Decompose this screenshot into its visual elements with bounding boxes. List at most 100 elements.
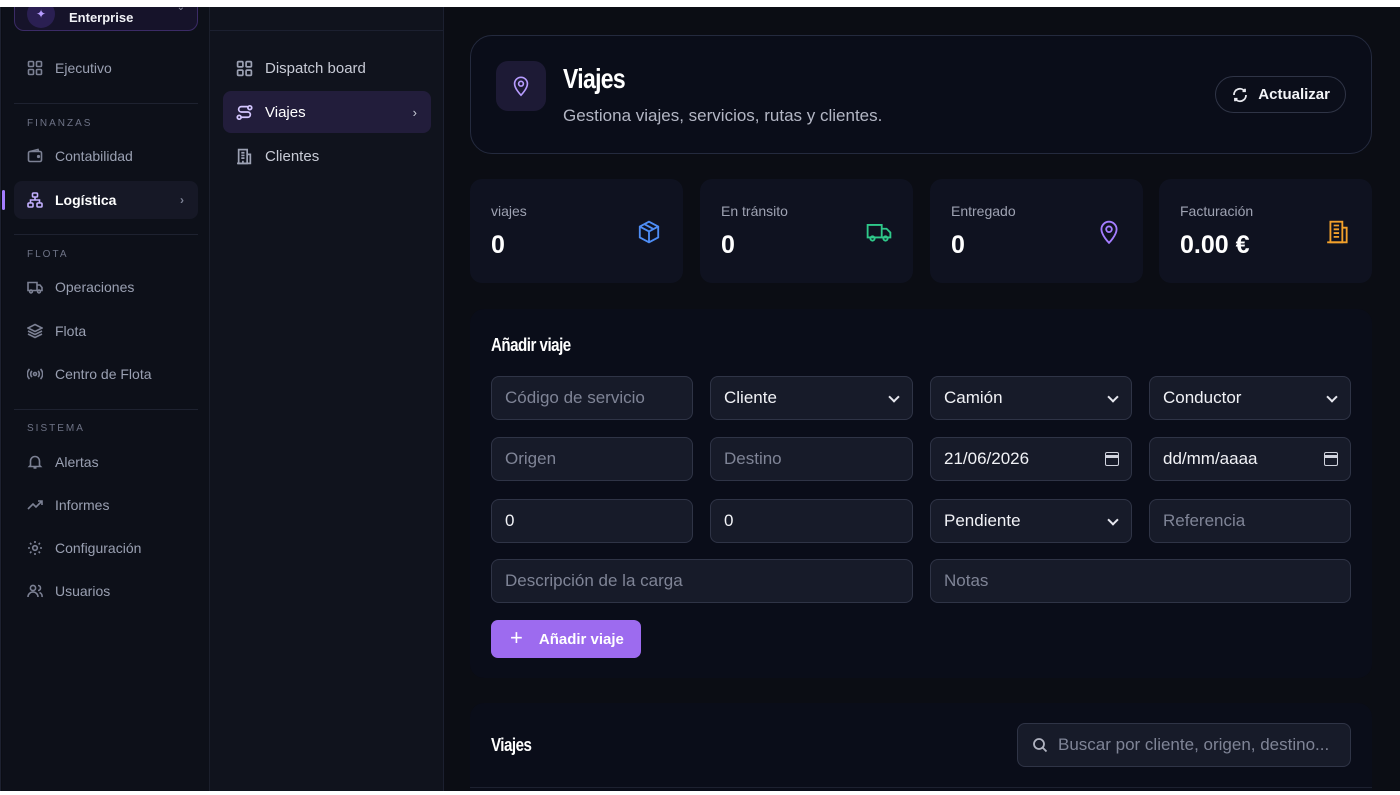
refresh-button[interactable]: Actualizar <box>1215 76 1346 113</box>
amount-input-2[interactable]: 0 <box>710 499 913 543</box>
route-icon <box>235 103 253 121</box>
form-title: Añadir viaje <box>491 335 571 355</box>
main-content: Viajes Gestiona viajes, servicios, rutas… <box>445 7 1400 791</box>
sidebar-item-contabilidad[interactable]: Contabilidad <box>14 137 198 175</box>
subnav-item-viajes[interactable]: Viajes › <box>223 91 431 133</box>
stat-value: 0 <box>721 231 735 259</box>
pulse-icon: ✦ <box>27 7 55 28</box>
page-subtitle: Gestiona viajes, servicios, rutas y clie… <box>563 106 883 125</box>
chevron-right-icon: › <box>412 104 417 120</box>
sidebar-divider <box>14 103 198 104</box>
sidebar-item-label: Centro de Flota <box>55 366 152 382</box>
sidebar-item-label: Operaciones <box>55 279 135 295</box>
sidebar-item-ejecutivo[interactable]: Ejecutivo <box>14 49 198 87</box>
notes-input[interactable]: Notas <box>930 559 1351 603</box>
stat-value: 0 <box>491 231 505 259</box>
status-select[interactable]: Pendiente <box>930 499 1132 543</box>
trips-list: Viajes Buscar por cliente, origen, desti… <box>470 703 1372 791</box>
box-icon <box>636 219 662 245</box>
truck-icon <box>866 219 892 245</box>
sidebar-item-operaciones[interactable]: Operaciones <box>14 268 198 306</box>
sidebar-item-label: Informes <box>55 497 110 513</box>
map-pin-icon <box>1096 219 1122 245</box>
users-icon <box>27 583 43 599</box>
reference-input[interactable]: Referencia <box>1149 499 1351 543</box>
stat-card-facturacion: Facturación 0.00 € <box>1159 179 1372 283</box>
chevron-down-icon: ⌄ <box>176 7 185 13</box>
client-select[interactable]: Cliente <box>710 376 913 420</box>
sidebar-item-label: Configuración <box>55 540 142 556</box>
app-window: ✦ Enterprise ⌄ Ejecutivo FINANZAS Contab… <box>0 7 1400 791</box>
layers-icon <box>27 323 43 339</box>
chevron-right-icon: › <box>180 193 184 207</box>
plus-icon: + <box>510 624 523 650</box>
sidebar-item-configuracion[interactable]: Configuración <box>14 529 198 567</box>
sidebar-item-label: Alertas <box>55 454 99 470</box>
sidebar-item-informes[interactable]: Informes <box>14 486 198 524</box>
sidebar-item-usuarios[interactable]: Usuarios <box>14 572 198 610</box>
sidebar-item-label: Ejecutivo <box>55 60 112 76</box>
section-label-flota: FLOTA <box>27 249 69 260</box>
start-date-input[interactable]: 21/06/2026 <box>930 437 1132 481</box>
stat-card-entregado: Entregado 0 <box>930 179 1143 283</box>
organization-name: Enterprise <box>69 9 134 25</box>
subnav-item-label: Viajes <box>265 103 306 121</box>
calendar-icon[interactable] <box>1324 452 1338 466</box>
add-trip-label: Añadir viaje <box>538 630 624 648</box>
sidebar-item-alertas[interactable]: Alertas <box>14 443 198 481</box>
stat-label: En tránsito <box>721 203 788 219</box>
truck-icon <box>27 279 43 295</box>
sidebar-item-flota[interactable]: Flota <box>14 312 198 350</box>
page-title: Viajes <box>563 63 626 94</box>
origin-input[interactable]: Origen <box>491 437 693 481</box>
cargo-description-input[interactable]: Descripción de la carga <box>491 559 913 603</box>
stat-label: viajes <box>491 203 527 219</box>
subnav-item-dispatch-board[interactable]: Dispatch board <box>223 47 431 89</box>
sidebar-item-label: Contabilidad <box>55 148 133 164</box>
stat-value: 0.00 € <box>1180 231 1250 259</box>
search-icon <box>1033 738 1048 753</box>
end-date-input[interactable]: dd/mm/aaaa <box>1149 437 1351 481</box>
refresh-label: Actualizar <box>1258 86 1330 103</box>
sidebar-item-centro-flota[interactable]: Centro de Flota <box>14 355 198 393</box>
organization-switcher[interactable]: ✦ Enterprise ⌄ <box>14 7 198 31</box>
destination-input[interactable]: Destino <box>710 437 913 481</box>
service-code-input[interactable]: Código de servicio <box>491 376 693 420</box>
logistics-subnav: Dispatch board Viajes › Clientes <box>210 7 444 791</box>
stat-value: 0 <box>951 231 965 259</box>
sidebar-item-label: Usuarios <box>55 583 111 599</box>
sidebar-item-label: Flota <box>55 323 87 339</box>
bell-icon <box>27 454 43 470</box>
subnav-item-clientes[interactable]: Clientes <box>223 135 431 177</box>
sidebar-item-logistica[interactable]: Logística › <box>2 181 198 219</box>
trending-up-icon <box>27 497 43 513</box>
end-date-placeholder: dd/mm/aaaa <box>1163 449 1258 468</box>
broadcast-icon <box>27 366 43 382</box>
add-trip-button[interactable]: + Añadir viaje <box>491 620 641 658</box>
grid-icon <box>235 59 253 77</box>
subnav-item-label: Clientes <box>265 147 320 165</box>
stat-card-viajes: viajes 0 <box>470 179 683 283</box>
wallet-icon <box>27 148 43 164</box>
search-placeholder: Buscar por cliente, origen, destino... <box>1058 735 1330 754</box>
map-pin-icon <box>496 61 546 111</box>
calendar-icon[interactable] <box>1105 452 1119 466</box>
section-label-sistema: SISTEMA <box>27 423 85 434</box>
list-title: Viajes <box>491 735 532 755</box>
gear-icon <box>27 540 43 556</box>
stat-label: Entregado <box>951 203 1016 219</box>
list-divider <box>470 787 1372 788</box>
stat-label: Facturación <box>1180 203 1254 219</box>
page-header: Viajes Gestiona viajes, servicios, rutas… <box>470 35 1372 154</box>
driver-select[interactable]: Conductor <box>1149 376 1351 420</box>
add-trip-form: Añadir viaje Código de servicio Cliente … <box>470 309 1372 678</box>
sidebar-divider <box>14 234 198 235</box>
primary-sidebar: ✦ Enterprise ⌄ Ejecutivo FINANZAS Contab… <box>2 7 210 791</box>
subnav-divider <box>210 30 444 31</box>
subnav-item-label: Dispatch board <box>265 59 366 77</box>
search-input[interactable]: Buscar por cliente, origen, destino... <box>1017 723 1351 767</box>
truck-select[interactable]: Camión <box>930 376 1132 420</box>
network-icon <box>27 192 43 208</box>
amount-input-1[interactable]: 0 <box>491 499 693 543</box>
dashboard-icon <box>27 60 43 76</box>
